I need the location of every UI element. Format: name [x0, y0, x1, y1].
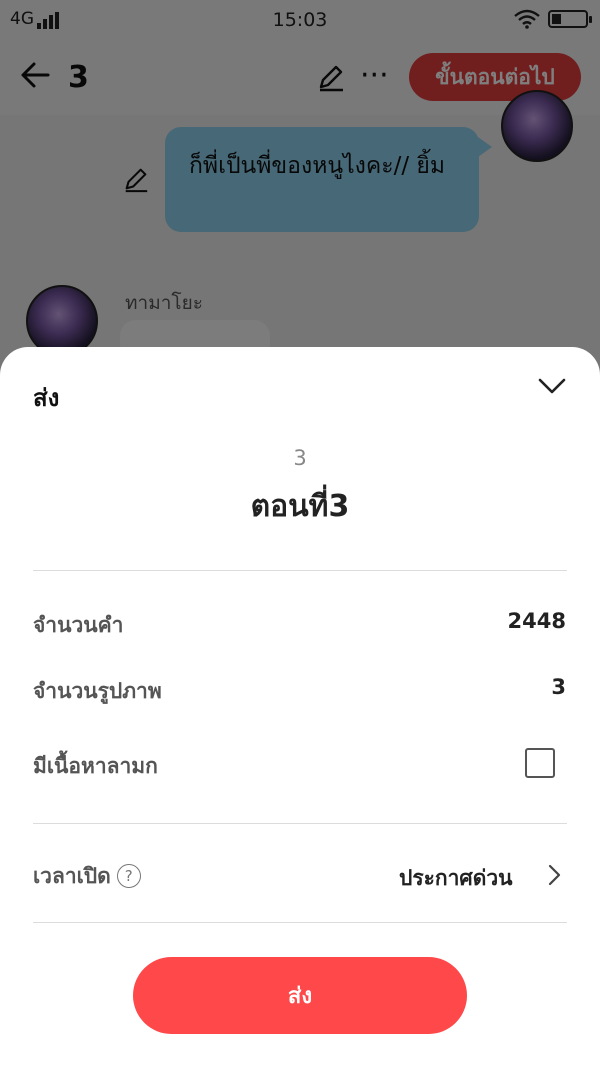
image-count-value: 3: [551, 675, 566, 699]
word-count-label: จำนวนคำ: [33, 613, 124, 637]
publish-time-label: เวลาเปิด: [33, 864, 111, 888]
chevron-right-icon[interactable]: [547, 864, 561, 886]
send-bottom-sheet: ส่ง 3 ตอนที่3 จำนวนคำ 2448 จำนวนรูปภาพ 3…: [0, 347, 600, 1067]
image-count-label: จำนวนรูปภาพ: [33, 679, 162, 703]
publish-time-value[interactable]: ประกาศด่วน: [399, 862, 513, 895]
episode-number: 3: [293, 446, 307, 470]
divider: [33, 823, 567, 824]
divider: [33, 570, 567, 571]
chevron-down-icon[interactable]: [538, 377, 566, 395]
word-count-value: 2448: [507, 609, 566, 633]
sheet-title: ส่ง: [33, 384, 60, 412]
episode-title: ตอนที่3: [250, 489, 350, 524]
publish-time-row[interactable]: เวลาเปิด?: [33, 860, 141, 893]
help-icon[interactable]: ?: [116, 864, 141, 888]
adult-content-checkbox[interactable]: [525, 748, 555, 778]
adult-content-label: มีเนื้อหาลามก: [33, 754, 158, 778]
divider: [33, 922, 567, 923]
send-button[interactable]: ส่ง: [133, 957, 467, 1034]
